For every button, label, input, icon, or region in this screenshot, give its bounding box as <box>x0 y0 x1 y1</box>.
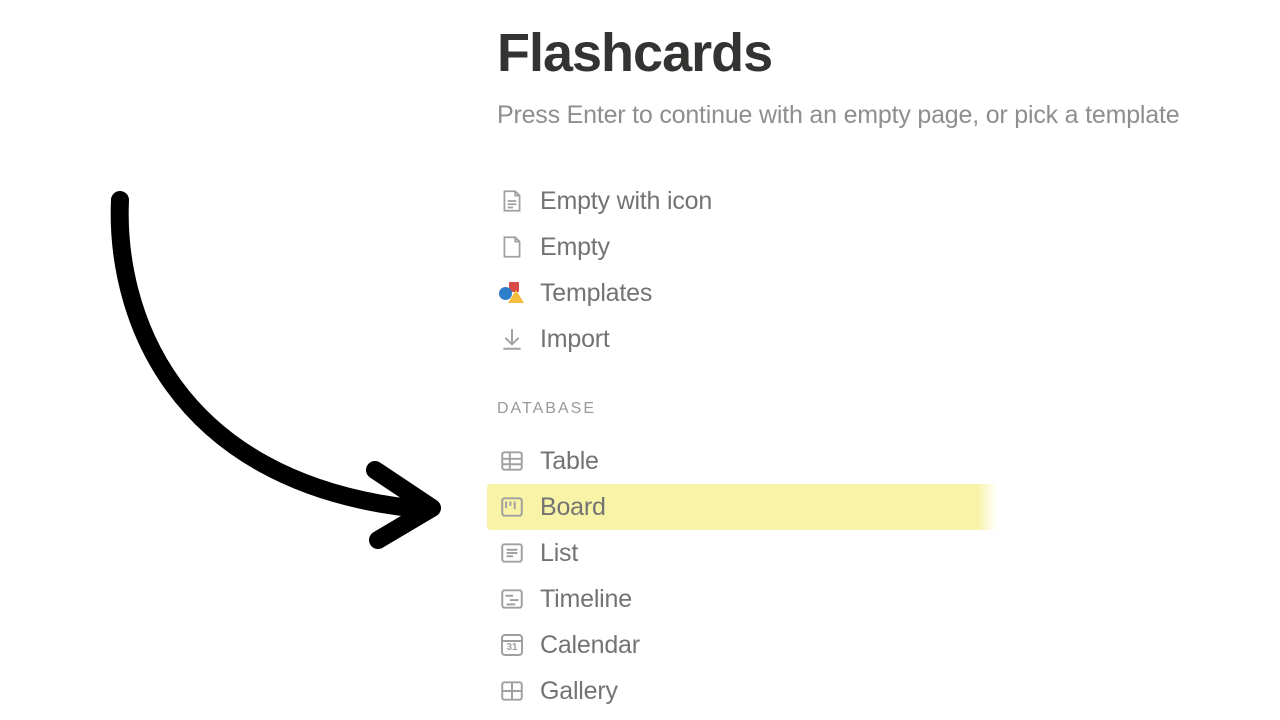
option-label: Gallery <box>540 677 618 706</box>
board-icon <box>499 494 525 520</box>
option-import[interactable]: Import <box>497 316 1257 362</box>
import-icon <box>499 326 525 352</box>
arrow-annotation <box>100 190 460 575</box>
option-label: Templates <box>540 279 652 308</box>
option-table[interactable]: Table <box>497 438 1257 484</box>
option-empty-with-icon[interactable]: Empty with icon <box>497 178 1257 224</box>
page-title: Flashcards <box>497 24 1257 83</box>
table-icon <box>499 448 525 474</box>
list-icon <box>499 540 525 566</box>
database-section-header: DATABASE <box>497 400 1257 418</box>
option-label: Import <box>540 325 610 354</box>
option-label: Table <box>540 447 599 476</box>
option-label: Calendar <box>540 631 640 660</box>
option-label: Empty with icon <box>540 187 712 216</box>
timeline-icon <box>499 586 525 612</box>
page-subtitle: Press Enter to continue with an empty pa… <box>497 101 1257 130</box>
option-timeline[interactable]: Timeline <box>497 576 1257 622</box>
option-label: List <box>540 539 578 568</box>
page-empty-icon <box>499 234 525 260</box>
page-with-icon-icon <box>499 188 525 214</box>
option-empty[interactable]: Empty <box>497 224 1257 270</box>
option-label: Board <box>540 493 606 522</box>
option-calendar[interactable]: 31 Calendar <box>497 622 1257 668</box>
page-options-list: Empty with icon Empty Templates <box>497 178 1257 714</box>
option-list[interactable]: List <box>497 530 1257 576</box>
option-board[interactable]: Board <box>487 484 1257 530</box>
option-label: Empty <box>540 233 610 262</box>
option-gallery[interactable]: Gallery <box>497 668 1257 714</box>
new-page-options: Flashcards Press Enter to continue with … <box>497 24 1257 714</box>
calendar-icon: 31 <box>499 632 525 658</box>
templates-icon <box>499 280 525 306</box>
option-templates[interactable]: Templates <box>497 270 1257 316</box>
gallery-icon <box>499 678 525 704</box>
option-label: Timeline <box>540 585 632 614</box>
